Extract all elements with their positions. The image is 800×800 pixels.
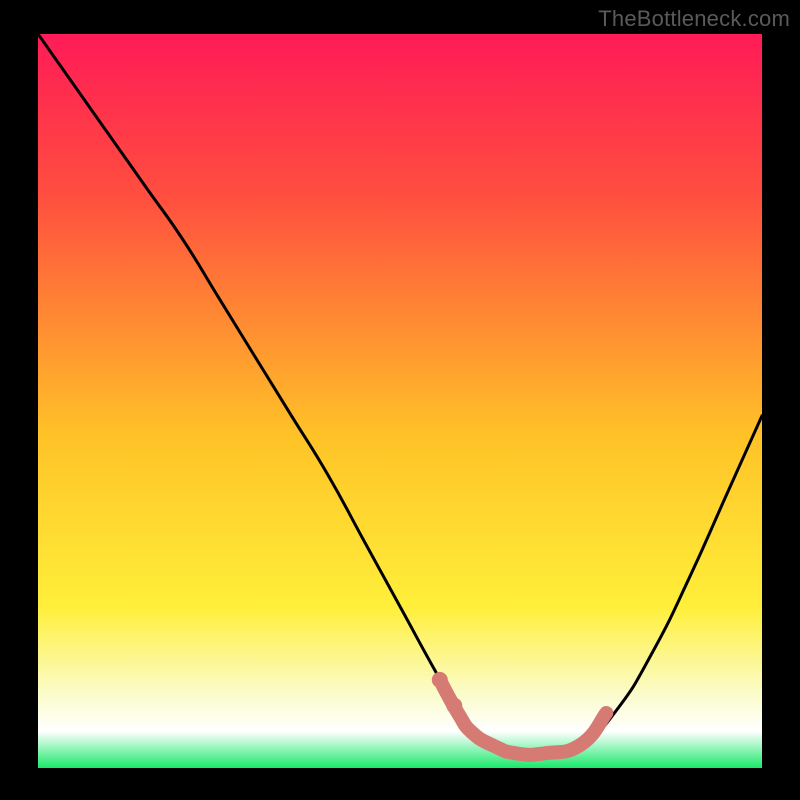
attribution-text: TheBottleneck.com — [598, 6, 790, 32]
highlight-dot — [446, 698, 462, 714]
plot-background — [38, 34, 762, 768]
chart-stage: TheBottleneck.com — [0, 0, 800, 800]
highlight-dot — [432, 672, 448, 688]
bottleneck-chart — [0, 0, 800, 800]
